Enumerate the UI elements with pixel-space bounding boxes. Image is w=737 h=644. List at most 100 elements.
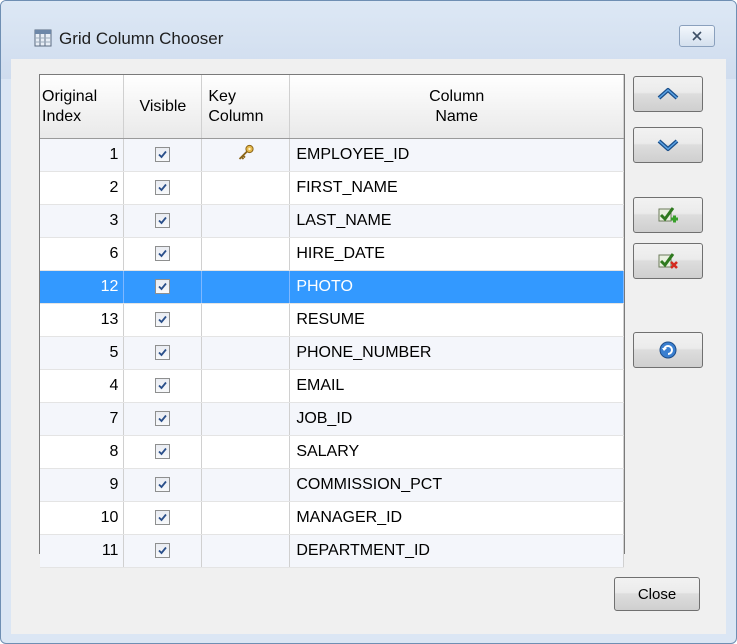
checkmark-icon [158, 184, 168, 192]
cell-column-name: COMMISSION_PCT [289, 468, 624, 502]
visible-checkbox[interactable] [155, 246, 171, 262]
window-title: Grid Column Chooser [59, 29, 224, 48]
cell-original-index: 1 [40, 138, 125, 172]
table-row[interactable]: 4 EMAIL [40, 369, 624, 403]
check-remove-icon [658, 253, 678, 269]
cell-key-column [201, 138, 291, 172]
close-button[interactable]: Close [614, 577, 700, 611]
table-row[interactable]: 12 PHOTO [40, 270, 624, 304]
cell-key-column [201, 336, 291, 370]
table-row[interactable]: 7 JOB_ID [40, 402, 624, 436]
cell-key-column [201, 303, 291, 337]
cell-visible [123, 171, 203, 205]
reset-icon [659, 341, 677, 359]
uncheck-all-button[interactable] [633, 243, 703, 279]
move-down-button[interactable] [633, 127, 703, 163]
table-row[interactable]: 13 RESUME [40, 303, 624, 337]
cell-original-index: 7 [40, 402, 125, 436]
table-row[interactable]: 2 FIRST_NAME [40, 171, 624, 205]
visible-checkbox[interactable] [155, 477, 171, 493]
table-body: 1 EMPLOYEE_ID 2 FIRST_NAME 3 LAST_NAME 6 HIRE_D… [40, 138, 624, 568]
cell-original-index: 10 [40, 501, 125, 535]
grid-column-chooser-window: Grid Column Chooser Original Index Visib… [0, 0, 737, 644]
checkmark-icon [158, 283, 168, 291]
header-visible-label: Visible [139, 97, 187, 115]
window-icon [34, 29, 52, 47]
cell-column-name: JOB_ID [289, 402, 624, 436]
cell-original-index: 13 [40, 303, 125, 337]
visible-checkbox[interactable] [155, 378, 171, 394]
checkmark-icon [158, 481, 168, 489]
cell-column-name: EMAIL [289, 369, 624, 403]
cell-original-index: 9 [40, 468, 125, 502]
table-row[interactable]: 6 HIRE_DATE [40, 237, 624, 271]
check-all-button[interactable] [633, 197, 703, 233]
cell-key-column [201, 534, 291, 568]
column-grid: Original Index Visible Key Column Column [39, 74, 625, 568]
reset-columns-button[interactable] [633, 332, 703, 368]
cell-column-name: HIRE_DATE [289, 237, 624, 271]
header-original-index-line1: Original [42, 87, 98, 105]
cell-key-column [201, 435, 291, 469]
checkmark-icon [158, 349, 168, 357]
table-row[interactable]: 10 MANAGER_ID [40, 501, 624, 535]
visible-checkbox[interactable] [155, 312, 171, 328]
cell-visible [123, 534, 203, 568]
cell-visible [123, 270, 203, 304]
checkmark-icon [158, 217, 168, 225]
cell-original-index: 6 [40, 237, 125, 271]
cell-visible [123, 138, 203, 172]
visible-checkbox[interactable] [155, 444, 171, 460]
table-row[interactable]: 8 SALARY [40, 435, 624, 469]
chevron-down-icon [657, 139, 679, 151]
header-visible[interactable]: Visible [123, 75, 203, 139]
visible-checkbox[interactable] [155, 279, 171, 295]
table-row[interactable]: 9 COMMISSION_PCT [40, 468, 624, 502]
cell-visible [123, 501, 203, 535]
cell-key-column [201, 204, 291, 238]
header-key-column-line2: Column [208, 107, 264, 125]
cell-column-name: EMPLOYEE_ID [289, 138, 624, 172]
chevron-up-icon [657, 88, 679, 100]
table-row[interactable]: 1 EMPLOYEE_ID [40, 138, 624, 172]
column-table: Original Index Visible Key Column Column [40, 75, 624, 568]
cell-column-name: DEPARTMENT_ID [289, 534, 624, 568]
checkmark-icon [158, 448, 168, 456]
visible-checkbox[interactable] [155, 213, 171, 229]
table-row[interactable]: 5 PHONE_NUMBER [40, 336, 624, 370]
cell-key-column [201, 369, 291, 403]
cell-key-column [201, 501, 291, 535]
visible-checkbox[interactable] [155, 411, 171, 427]
cell-column-name: PHOTO [289, 270, 624, 304]
cell-key-column [201, 468, 291, 502]
window-close-button[interactable] [679, 25, 715, 47]
move-up-button[interactable] [633, 76, 703, 112]
cell-visible [123, 336, 203, 370]
table-header-row: Original Index Visible Key Column Column [40, 75, 624, 139]
table-row[interactable]: 11 DEPARTMENT_ID [40, 534, 624, 568]
check-add-icon [658, 207, 678, 223]
cell-key-column [201, 237, 291, 271]
cell-visible [123, 369, 203, 403]
cell-key-column [201, 270, 291, 304]
visible-checkbox[interactable] [155, 345, 171, 361]
cell-original-index: 3 [40, 204, 125, 238]
cell-key-column [201, 402, 291, 436]
cell-original-index: 2 [40, 171, 125, 205]
header-column-name-line2: Name [435, 107, 478, 125]
cell-visible [123, 435, 203, 469]
dialog-body: Original Index Visible Key Column Column [11, 59, 726, 634]
header-key-column[interactable]: Key Column [201, 75, 291, 139]
visible-checkbox[interactable] [155, 543, 171, 559]
visible-checkbox[interactable] [155, 510, 171, 526]
visible-checkbox[interactable] [155, 147, 171, 163]
cell-visible [123, 204, 203, 238]
header-column-name[interactable]: Column Name [289, 75, 624, 139]
cell-column-name: PHONE_NUMBER [289, 336, 624, 370]
cell-column-name: SALARY [289, 435, 624, 469]
checkmark-icon [158, 547, 168, 555]
table-row[interactable]: 3 LAST_NAME [40, 204, 624, 238]
header-original-index[interactable]: Original Index [40, 75, 125, 139]
visible-checkbox[interactable] [155, 180, 171, 196]
cell-column-name: LAST_NAME [289, 204, 624, 238]
